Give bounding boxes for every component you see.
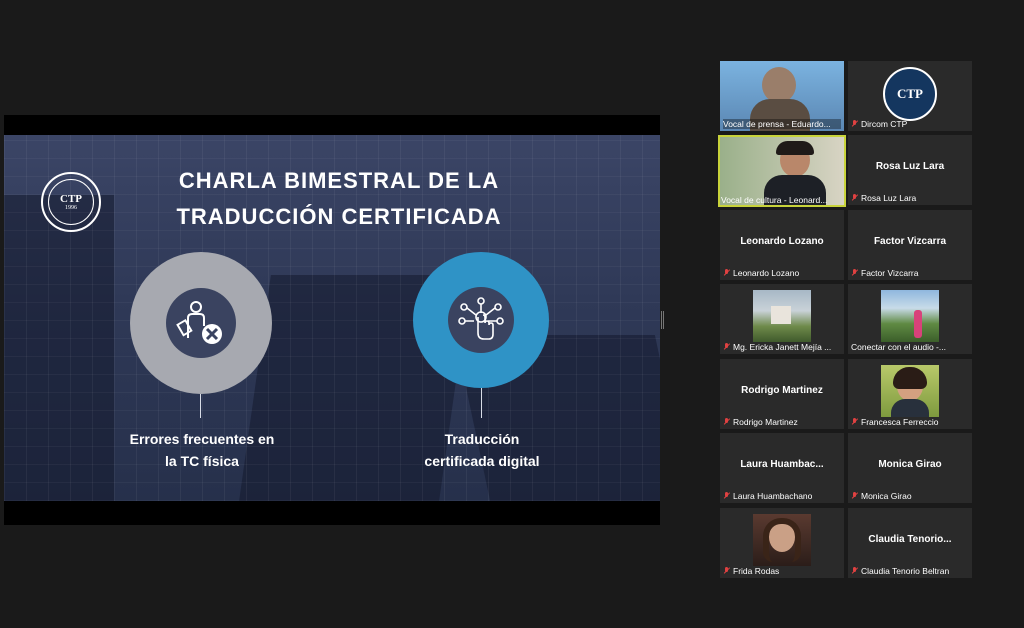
participant-tile[interactable]: CTP Dircom CTP bbox=[848, 61, 972, 131]
slide-title-line2: TRADUCCIÓN CERTIFICADA bbox=[176, 204, 502, 229]
participant-tile[interactable]: Mg. Ericka Janett Mejía ... bbox=[720, 284, 844, 354]
mic-muted-icon bbox=[723, 343, 730, 351]
digital-touch-icon bbox=[448, 287, 514, 353]
participant-tile[interactable]: Vocal de prensa - Eduardo... bbox=[720, 61, 844, 131]
participant-tile[interactable]: Factor Vizcarra Factor Vizcarra bbox=[848, 210, 972, 280]
mic-muted-icon bbox=[851, 269, 858, 277]
mic-muted-icon bbox=[851, 120, 858, 128]
slide-title: CHARLA BIMESTRAL DE LA TRADUCCIÓN CERTIF… bbox=[149, 163, 529, 235]
participant-tile[interactable]: Leonardo Lozano Leonardo Lozano bbox=[720, 210, 844, 280]
participant-display-name: Monica Girao bbox=[878, 459, 942, 470]
digital-circle bbox=[413, 252, 549, 388]
ctp-avatar-logo: CTP bbox=[883, 67, 937, 121]
slide-title-line1: CHARLA BIMESTRAL DE LA bbox=[178, 168, 500, 193]
participant-display-name: Leonardo Lozano bbox=[740, 236, 824, 247]
errors-caption-line1: Errores frecuentes en bbox=[129, 431, 275, 447]
participant-name: Claudia Tenorio Beltran bbox=[851, 566, 969, 576]
participant-name: Vocal de cultura - Leonard... bbox=[721, 195, 828, 205]
participant-tile[interactable]: Francesca Ferreccio bbox=[848, 359, 972, 429]
participant-display-name: Laura Huambac... bbox=[740, 459, 824, 470]
participant-tile-active-speaker[interactable]: Vocal de cultura - Leonard... bbox=[718, 135, 846, 207]
participant-name: Frida Rodas bbox=[723, 566, 841, 576]
participant-photo-portrait bbox=[753, 514, 811, 566]
participant-name: Rodrigo Martinez bbox=[723, 417, 841, 427]
participant-name: Monica Girao bbox=[851, 491, 969, 501]
participant-tile[interactable]: Rodrigo Martinez Rodrigo Martinez bbox=[720, 359, 844, 429]
errors-caption: Errores frecuentes en la TC física bbox=[114, 428, 290, 472]
mic-muted-icon bbox=[723, 269, 730, 277]
participant-display-name: Factor Vizcarra bbox=[873, 236, 947, 247]
mic-muted-icon bbox=[851, 418, 858, 426]
seal-text: CTP bbox=[60, 193, 82, 205]
person-x-icon bbox=[166, 288, 236, 358]
participant-name: Factor Vizcarra bbox=[851, 268, 969, 278]
participant-tile[interactable]: Rosa Luz Lara Rosa Luz Lara bbox=[848, 135, 972, 205]
participant-tile[interactable]: Claudia Tenorio... Claudia Tenorio Beltr… bbox=[848, 508, 972, 578]
mic-muted-icon bbox=[723, 492, 730, 500]
digital-caption-line1: Traducción bbox=[444, 431, 520, 447]
mic-muted-icon bbox=[723, 567, 730, 575]
mic-muted-icon bbox=[851, 194, 858, 202]
participant-tile[interactable]: Monica Girao Monica Girao bbox=[848, 433, 972, 503]
shared-screen: CTP 1996 CHARLA BIMESTRAL DE LA TRADUCCI… bbox=[4, 115, 660, 525]
participant-name: Laura Huambachano bbox=[723, 491, 841, 501]
presentation-slide: CTP 1996 CHARLA BIMESTRAL DE LA TRADUCCI… bbox=[4, 135, 660, 501]
panel-resize-handle[interactable] bbox=[661, 311, 664, 329]
ctp-seal-logo: CTP 1996 bbox=[41, 172, 101, 232]
mic-muted-icon bbox=[723, 418, 730, 426]
participant-name: Leonardo Lozano bbox=[723, 268, 841, 278]
participant-name: Vocal de prensa - Eduardo... bbox=[723, 119, 841, 129]
participant-name: Mg. Ericka Janett Mejía ... bbox=[723, 342, 841, 352]
digital-caption: Traducción certificada digital bbox=[394, 428, 570, 472]
participant-display-name: Claudia Tenorio... bbox=[868, 534, 952, 545]
participant-name: Rosa Luz Lara bbox=[851, 193, 969, 203]
mic-muted-icon bbox=[851, 567, 858, 575]
seal-year: 1996 bbox=[65, 205, 77, 211]
participant-photo-portrait bbox=[881, 365, 939, 417]
participant-display-name: Rodrigo Martinez bbox=[741, 385, 823, 396]
participant-tile[interactable]: Frida Rodas bbox=[720, 508, 844, 578]
participant-tile[interactable]: Conectar con el audio -... bbox=[848, 284, 972, 354]
participant-photo-mountain bbox=[881, 290, 939, 342]
errors-circle bbox=[130, 252, 272, 394]
participant-photo-landscape bbox=[753, 290, 811, 342]
digital-caption-line2: certificada digital bbox=[424, 453, 540, 469]
participant-name: Francesca Ferreccio bbox=[851, 417, 969, 427]
participant-tile[interactable]: Laura Huambac... Laura Huambachano bbox=[720, 433, 844, 503]
participant-name: Dircom CTP bbox=[851, 119, 969, 129]
participant-display-name: Rosa Luz Lara bbox=[875, 161, 945, 172]
mic-muted-icon bbox=[851, 492, 858, 500]
participant-name: Conectar con el audio -... bbox=[851, 342, 946, 352]
errors-caption-line2: la TC física bbox=[165, 453, 239, 469]
